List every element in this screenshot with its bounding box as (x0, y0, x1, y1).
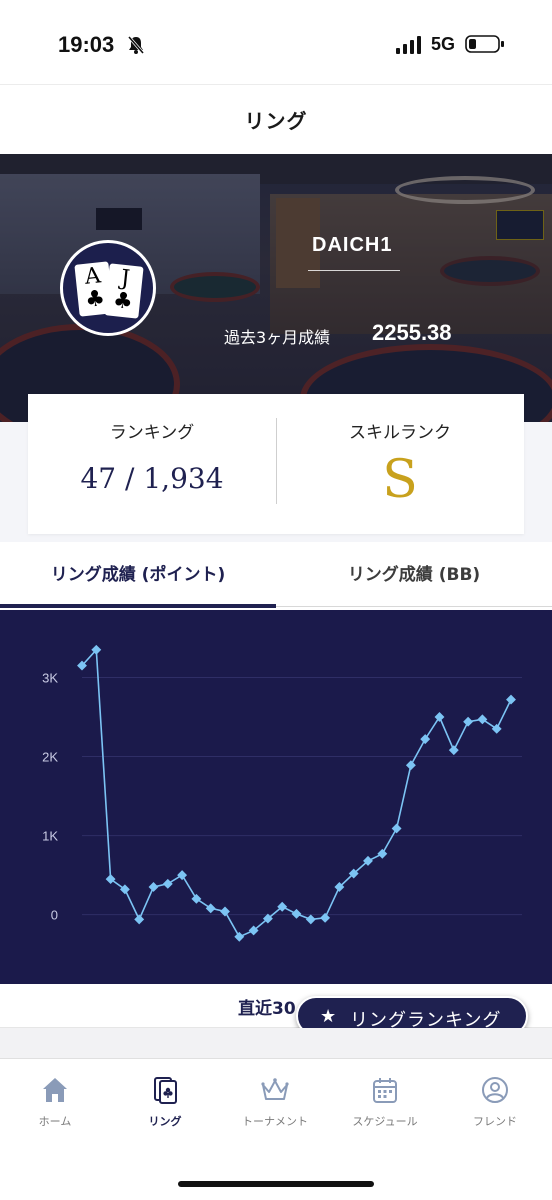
recent-label: 直近30 (238, 999, 296, 1019)
app-header: リング (0, 84, 552, 154)
data-point (506, 694, 516, 705)
data-point (491, 723, 502, 734)
nav-item-ring[interactable]: リング (110, 1073, 220, 1143)
data-point (463, 716, 474, 727)
home-indicator (178, 1181, 374, 1187)
data-point (420, 734, 431, 745)
performance-value: 2255.38 (372, 320, 452, 345)
ranking-label: ランキング (109, 423, 195, 443)
status-time: 19:03 (58, 32, 115, 57)
stats-band: ランキング 47 / 1,934 スキルランク S (0, 394, 552, 542)
y-tick-label: 2K (42, 750, 58, 765)
data-point (148, 882, 159, 892)
bell-slash-icon (127, 36, 145, 54)
data-point (134, 914, 145, 925)
nav-label-ring: リング (148, 1115, 182, 1128)
data-point (162, 878, 173, 889)
battery-icon (465, 35, 504, 53)
profile-hero: A ♣ J ♣ DAICH1 過去3ヶ月成績 2255.38 (0, 154, 552, 422)
nav-label-home: ホーム (38, 1115, 72, 1128)
data-point (377, 848, 388, 859)
skill-rank-value: S (382, 450, 418, 510)
signal-icon (396, 36, 421, 54)
tab-active-indicator (0, 604, 276, 608)
crown-icon (261, 1078, 289, 1100)
data-point (191, 893, 202, 904)
performance-label: 過去3ヶ月成績 (224, 328, 331, 347)
ranking-stat: ランキング 47 / 1,934 (28, 394, 276, 534)
ranking-value: 47 / 1,934 (80, 462, 224, 495)
person-icon (482, 1077, 508, 1103)
ring-chart: 0 1K 2K 3K (0, 610, 552, 984)
nav-label-friend: フレンド (473, 1115, 517, 1128)
ring-screen: 19:03 5G リング A ♣ J ♣ DAICH1 過去3ヶ月成績 2255… (0, 0, 552, 1200)
stats-card: ランキング 47 / 1,934 スキルランク S (28, 394, 524, 534)
player-name: DAICH1 (312, 234, 393, 256)
nav-item-tournament[interactable]: トーナメント (220, 1073, 330, 1143)
star-icon: ★ (320, 1006, 337, 1027)
data-point (477, 714, 488, 725)
skill-rank-stat: スキルランク S (276, 394, 524, 534)
nav-item-home[interactable]: ホーム (0, 1073, 110, 1143)
skill-rank-label: スキルランク (349, 423, 451, 443)
tab-ring-bb[interactable]: リング成績 (BB) (276, 542, 552, 608)
y-tick-label: 3K (42, 670, 58, 685)
data-point (177, 870, 188, 881)
data-point (448, 745, 459, 756)
tab-ring-points[interactable]: リング成績 (ポイント) (0, 542, 276, 608)
y-tick-label: 1K (42, 829, 58, 844)
chart-tabs: リング成績 (ポイント) リング成績 (BB) (0, 542, 552, 608)
playing-card-j: J ♣ (104, 263, 144, 319)
card-icon (154, 1077, 177, 1104)
network-label: 5G (431, 34, 456, 54)
nav-item-schedule[interactable]: スケジュール (330, 1073, 440, 1143)
status-bar: 19:03 5G (0, 0, 552, 84)
series-line (81, 647, 512, 938)
data-point (391, 823, 402, 834)
data-point (291, 908, 302, 919)
data-point (405, 760, 416, 771)
nav-label-schedule: スケジュール (352, 1115, 418, 1128)
y-tick-label: 0 (51, 908, 58, 923)
chart-svg: 0 1K 2K 3K (42, 644, 522, 942)
spacer (0, 1028, 552, 1058)
data-point (205, 903, 216, 914)
bottom-nav: ホーム リング トーナメント スケジュール フレンド (0, 1058, 552, 1200)
data-point (234, 931, 245, 942)
home-icon (43, 1078, 67, 1102)
avatar[interactable]: A ♣ J ♣ (60, 240, 156, 336)
page-title: リング (244, 109, 308, 133)
nav-item-friend[interactable]: フレンド (440, 1073, 550, 1143)
data-point (305, 914, 316, 925)
tab-divider-line (276, 606, 552, 607)
name-underline (308, 270, 400, 271)
club-icon: ♣ (111, 287, 135, 315)
data-point (434, 712, 445, 722)
nav-label-tournament: トーナメント (242, 1115, 308, 1128)
calendar-icon (373, 1078, 397, 1103)
